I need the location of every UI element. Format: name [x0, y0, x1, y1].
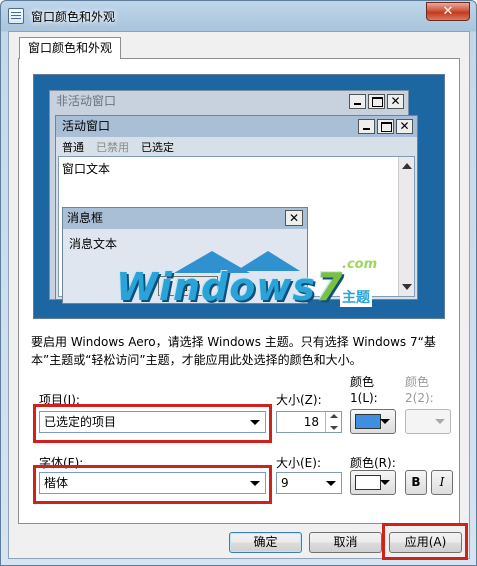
- chevron-down-icon: [247, 414, 263, 430]
- chevron-down-icon: [380, 480, 390, 485]
- italic-button[interactable]: I: [431, 470, 453, 495]
- tab-window-color[interactable]: 窗口颜色和外观: [19, 37, 122, 59]
- font-select[interactable]: 楷体: [39, 472, 266, 494]
- maximize-icon: [368, 94, 385, 109]
- chevron-down-icon: [323, 475, 339, 491]
- preview-window-text: 窗口文本: [62, 162, 111, 176]
- apply-button[interactable]: 应用(A): [389, 532, 462, 553]
- watermark-cn: 主题: [340, 287, 372, 307]
- item-size-value: 18: [303, 415, 319, 429]
- preview-menu-disabled[interactable]: 已禁用: [96, 139, 129, 155]
- font-color-swatch: [355, 475, 381, 490]
- color1-swatch: [355, 414, 381, 429]
- font-color-picker-button[interactable]: [350, 470, 396, 495]
- title-bar[interactable]: 窗口颜色和外观 ✕: [1, 1, 476, 31]
- ok-button[interactable]: 确定: [229, 532, 302, 553]
- aero-info-text: 要启用 Windows Aero，请选择 Windows 主题。只有选择 Win…: [31, 335, 436, 367]
- preview-menu-normal[interactable]: 普通: [62, 139, 84, 155]
- item-select[interactable]: 已选定的项目: [39, 411, 266, 433]
- watermark-logo: Windows7 .com 主题: [116, 247, 386, 315]
- dialog-window: 窗口颜色和外观 ✕ 窗口颜色和外观 非活动窗口 ✕ 活动窗口 ✕ 普通 已禁用 …: [0, 0, 477, 566]
- preview-msgbox-title: 消息框: [63, 208, 307, 229]
- bold-button[interactable]: B: [405, 470, 427, 495]
- color1-label-b: 1(L):: [350, 391, 378, 405]
- chevron-down-icon: [380, 419, 390, 424]
- font-select-value: 楷体: [44, 476, 69, 490]
- chevron-down-icon: [435, 419, 445, 424]
- close-icon: ✕: [387, 94, 404, 109]
- scroll-down-icon: [402, 284, 412, 290]
- minimize-icon: [349, 94, 366, 109]
- font-size-label: 大小(E):: [276, 456, 321, 470]
- color2-label-b: 2(2):: [405, 391, 434, 405]
- preview-msgbox-text: 消息文本: [69, 237, 118, 251]
- tab-panel: 非活动窗口 ✕ 活动窗口 ✕ 普通 已禁用 已选定 窗口文本 消息框 ✕ 消息文…: [18, 58, 460, 524]
- close-icon: ✕: [396, 119, 413, 134]
- minimize-icon: [358, 119, 375, 134]
- preview-scrollbar[interactable]: [398, 157, 414, 296]
- watermark-word: Windows: [116, 265, 317, 309]
- maximize-icon: [377, 119, 394, 134]
- chevron-down-icon: [247, 475, 263, 491]
- item-size-spinner[interactable]: 18: [276, 411, 342, 433]
- item-select-value: 已选定的项目: [44, 415, 117, 429]
- dialog-client: 窗口颜色和外观 非活动窗口 ✕ 活动窗口 ✕ 普通 已禁用 已选定 窗口文本 消…: [8, 31, 470, 560]
- color2-picker-button[interactable]: [405, 409, 451, 434]
- watermark-com: .com: [342, 257, 378, 272]
- preview-menu-selected[interactable]: 已选定: [141, 139, 174, 155]
- spin-arrows-icon[interactable]: [325, 412, 341, 432]
- window-app-icon: [8, 8, 24, 24]
- color1-picker-button[interactable]: [350, 409, 396, 434]
- cancel-button[interactable]: 取消: [309, 532, 382, 553]
- color1-label-a: 颜色: [350, 375, 375, 389]
- color2-label-a: 颜色: [405, 375, 430, 389]
- font-color-label: 颜色(R):: [350, 456, 396, 470]
- preview-menubar: 普通 已禁用 已选定: [62, 139, 174, 155]
- window-close-button[interactable]: ✕: [426, 2, 470, 21]
- item-size-label: 大小(Z):: [276, 393, 322, 407]
- font-size-value: 9: [281, 476, 289, 490]
- scroll-up-icon: [402, 163, 412, 169]
- window-title: 窗口颜色和外观: [31, 10, 116, 24]
- appearance-preview[interactable]: 非活动窗口 ✕ 活动窗口 ✕ 普通 已禁用 已选定 窗口文本 消息框 ✕ 消息文…: [33, 74, 445, 319]
- close-icon: ✕: [285, 210, 303, 226]
- font-size-select[interactable]: 9: [276, 472, 342, 494]
